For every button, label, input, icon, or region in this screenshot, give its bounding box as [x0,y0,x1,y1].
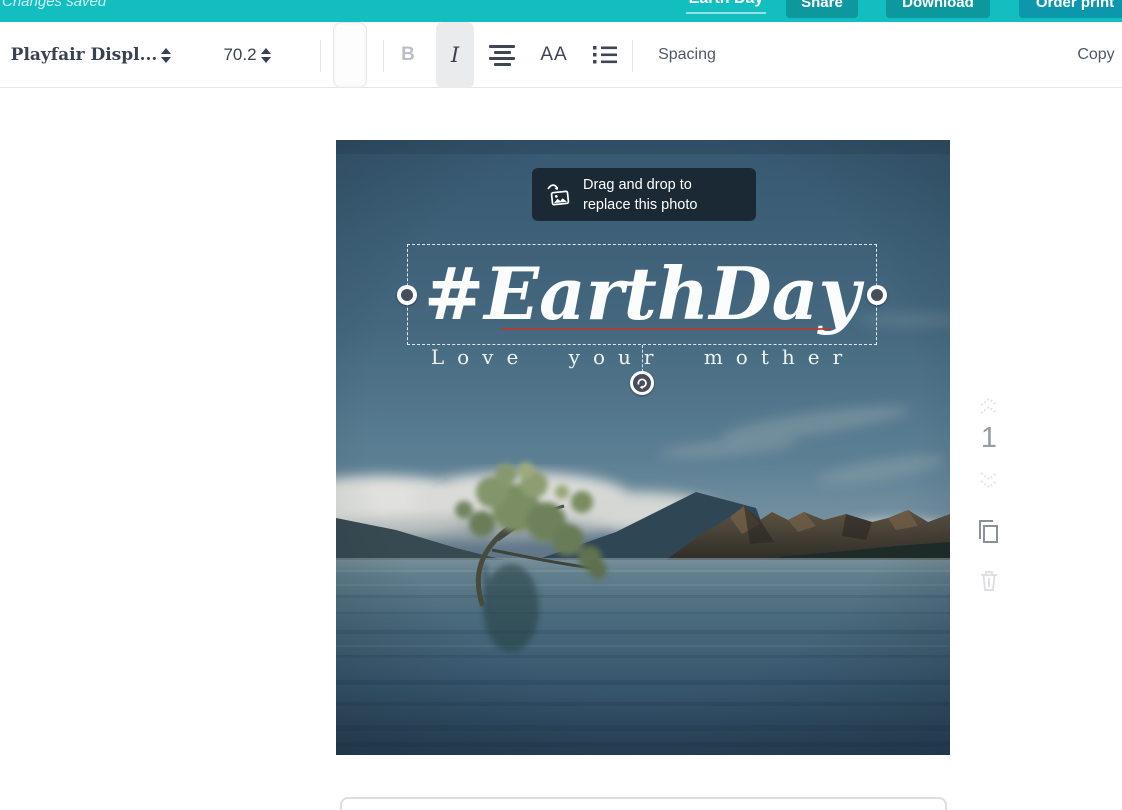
rotate-icon [633,374,651,392]
bold-button[interactable]: B [394,22,422,88]
font-size-stepper-icon[interactable] [257,44,275,67]
toolbar-divider [632,40,633,72]
duplicate-page-button[interactable] [973,516,1003,548]
next-page-preview[interactable] [340,797,947,810]
font-family-value: Playfair Displ... [11,45,158,65]
spellcheck-underline [501,328,831,330]
tooltip-line-2: replace this photo [583,195,697,215]
toolbar-divider [320,40,321,72]
resize-handle-left[interactable] [397,285,417,305]
move-page-down-button[interactable] [976,470,1002,490]
replace-photo-icon [544,181,572,209]
toolbar-divider [383,40,384,72]
bullet-list-icon[interactable] [590,22,620,88]
duplicate-icon [974,517,1002,547]
document-title-underline [686,12,766,14]
copy-button[interactable]: Copy [1073,22,1119,88]
order-print-button[interactable]: Order print [1019,0,1122,18]
text-format-toolbar: Playfair Displ... 70.2 B I AA Spacing Co… [0,22,1122,88]
italic-button[interactable]: I [436,22,474,88]
design-page[interactable]: Drag and drop to replace this photo #Ear… [336,140,950,755]
changes-saved-status: Changes saved [2,0,106,10]
font-family-select[interactable]: Playfair Displ... [14,22,172,88]
headline-text[interactable]: #EarthDay [407,238,877,350]
font-size-select[interactable]: 70.2 [196,22,302,88]
page-number: 1 [970,422,1008,455]
align-center-icon[interactable] [487,22,517,88]
document-title[interactable]: Earth Day [686,0,766,8]
delete-page-button[interactable] [977,568,1001,594]
drag-drop-tooltip: Drag and drop to replace this photo [532,168,756,221]
subline-text[interactable]: Love your mother [336,345,950,369]
rotate-handle[interactable] [630,371,654,395]
tooltip-line-1: Drag and drop to [583,175,697,195]
resize-handle-right[interactable] [867,285,887,305]
download-button[interactable]: Download [886,0,990,18]
spacing-button[interactable]: Spacing [652,22,722,88]
uppercase-button[interactable]: AA [534,22,574,88]
share-button[interactable]: Share [786,0,858,18]
font-size-value: 70.2 [223,45,256,65]
trash-icon [978,569,1000,593]
font-family-stepper-icon[interactable] [157,44,175,67]
move-page-up-button[interactable] [976,396,1002,416]
canvas-area: Drag and drop to replace this photo #Ear… [0,88,1122,810]
text-color-swatch[interactable] [333,22,367,88]
lake-tree-photo[interactable] [336,140,950,755]
top-app-bar: Changes saved Earth Day Share Download O… [0,0,1122,22]
